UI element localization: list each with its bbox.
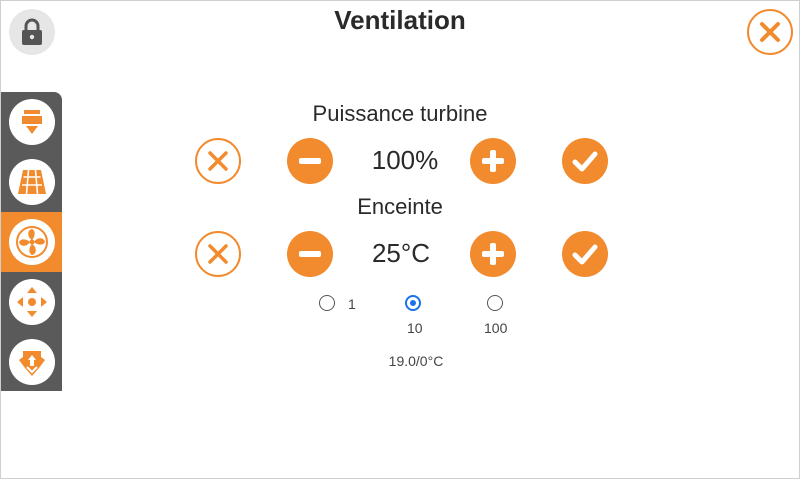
app-window: Ventilation Puissance turbine 100% Encei… — [0, 0, 800, 479]
fan-power-increase-button[interactable] — [470, 138, 516, 184]
page-title: Ventilation — [334, 5, 466, 35]
step-label-100: 100 — [484, 320, 508, 336]
plus-icon — [482, 150, 504, 172]
fan-power-confirm-button[interactable] — [562, 138, 608, 184]
step-radio-100[interactable] — [487, 295, 503, 311]
filament-load-icon — [18, 351, 45, 376]
minus-icon — [299, 251, 321, 257]
step-radio-10[interactable] — [405, 295, 421, 311]
close-button[interactable] — [747, 9, 793, 55]
check-icon — [572, 151, 598, 172]
sidebar — [1, 92, 62, 391]
check-icon — [572, 244, 598, 265]
sidebar-item-move[interactable] — [1, 272, 62, 332]
enclosure-value: 25°C — [371, 238, 431, 268]
fan-icon — [15, 226, 48, 258]
cancel-icon — [208, 244, 228, 264]
plus-icon — [482, 243, 504, 265]
fan-power-value: 100% — [371, 145, 439, 175]
move-axes-icon — [16, 287, 47, 317]
enclosure-confirm-button[interactable] — [562, 231, 608, 277]
enclosure-cancel-button[interactable] — [195, 231, 241, 277]
step-label-1: 1 — [348, 296, 356, 312]
close-icon — [760, 22, 780, 42]
fan-power-cancel-button[interactable] — [195, 138, 241, 184]
enclosure-label: Enceinte — [357, 194, 443, 219]
step-label-10: 10 — [407, 320, 423, 336]
enclosure-increase-button[interactable] — [470, 231, 516, 277]
temperature-status: 19.0/0°C — [388, 353, 444, 369]
step-radio-1[interactable] — [319, 295, 335, 311]
fan-power-label: Puissance turbine — [312, 101, 488, 126]
cancel-icon — [208, 151, 228, 171]
enclosure-decrease-button[interactable] — [287, 231, 333, 277]
minus-icon — [299, 158, 321, 164]
sidebar-item-filament[interactable] — [1, 332, 62, 392]
fan-power-decrease-button[interactable] — [287, 138, 333, 184]
sidebar-item-fan[interactable] — [1, 212, 62, 272]
